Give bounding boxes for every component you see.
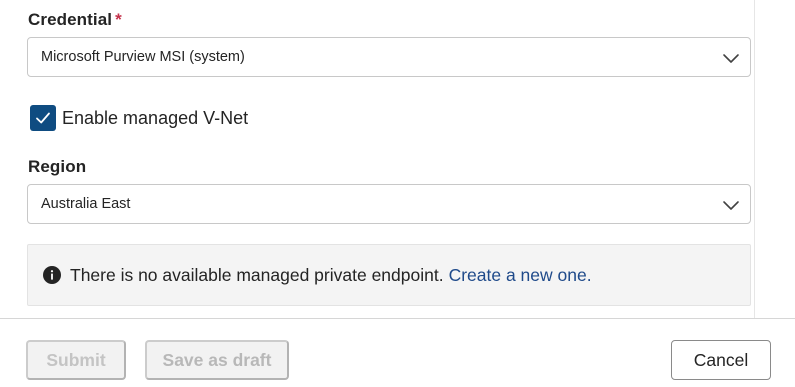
region-dropdown[interactable]: Australia East xyxy=(27,184,751,224)
scrollbar-track[interactable] xyxy=(754,0,755,318)
managed-vnet-checkbox[interactable] xyxy=(30,105,56,131)
info-message-text: There is no available managed private en… xyxy=(70,264,444,285)
register-form-panel: Credential * Microsoft Purview MSI (syste… xyxy=(0,0,795,387)
credential-dropdown[interactable]: Microsoft Purview MSI (system) xyxy=(27,37,751,77)
managed-vnet-checkbox-row[interactable]: Enable managed V-Net xyxy=(30,105,248,131)
credential-dropdown-value: Microsoft Purview MSI (system) xyxy=(41,49,245,65)
info-message-bar: There is no available managed private en… xyxy=(27,244,751,306)
submit-button[interactable]: Submit xyxy=(26,340,126,380)
managed-vnet-label: Enable managed V-Net xyxy=(62,107,249,128)
create-endpoint-link[interactable]: Create a new one. xyxy=(449,265,592,286)
credential-label: Credential * xyxy=(28,10,122,30)
cancel-button[interactable]: Cancel xyxy=(671,340,771,380)
region-dropdown-value: Australia East xyxy=(41,196,131,212)
credential-label-text: Credential xyxy=(28,10,113,29)
region-label-text: Region xyxy=(28,157,87,176)
chevron-down-icon xyxy=(723,54,739,63)
region-label: Region xyxy=(28,157,86,177)
checkmark-icon xyxy=(36,112,50,124)
footer-divider xyxy=(0,318,795,319)
save-as-draft-button[interactable]: Save as draft xyxy=(145,340,289,380)
info-icon xyxy=(43,266,61,284)
required-asterisk: * xyxy=(115,10,122,29)
chevron-down-icon xyxy=(723,201,739,210)
